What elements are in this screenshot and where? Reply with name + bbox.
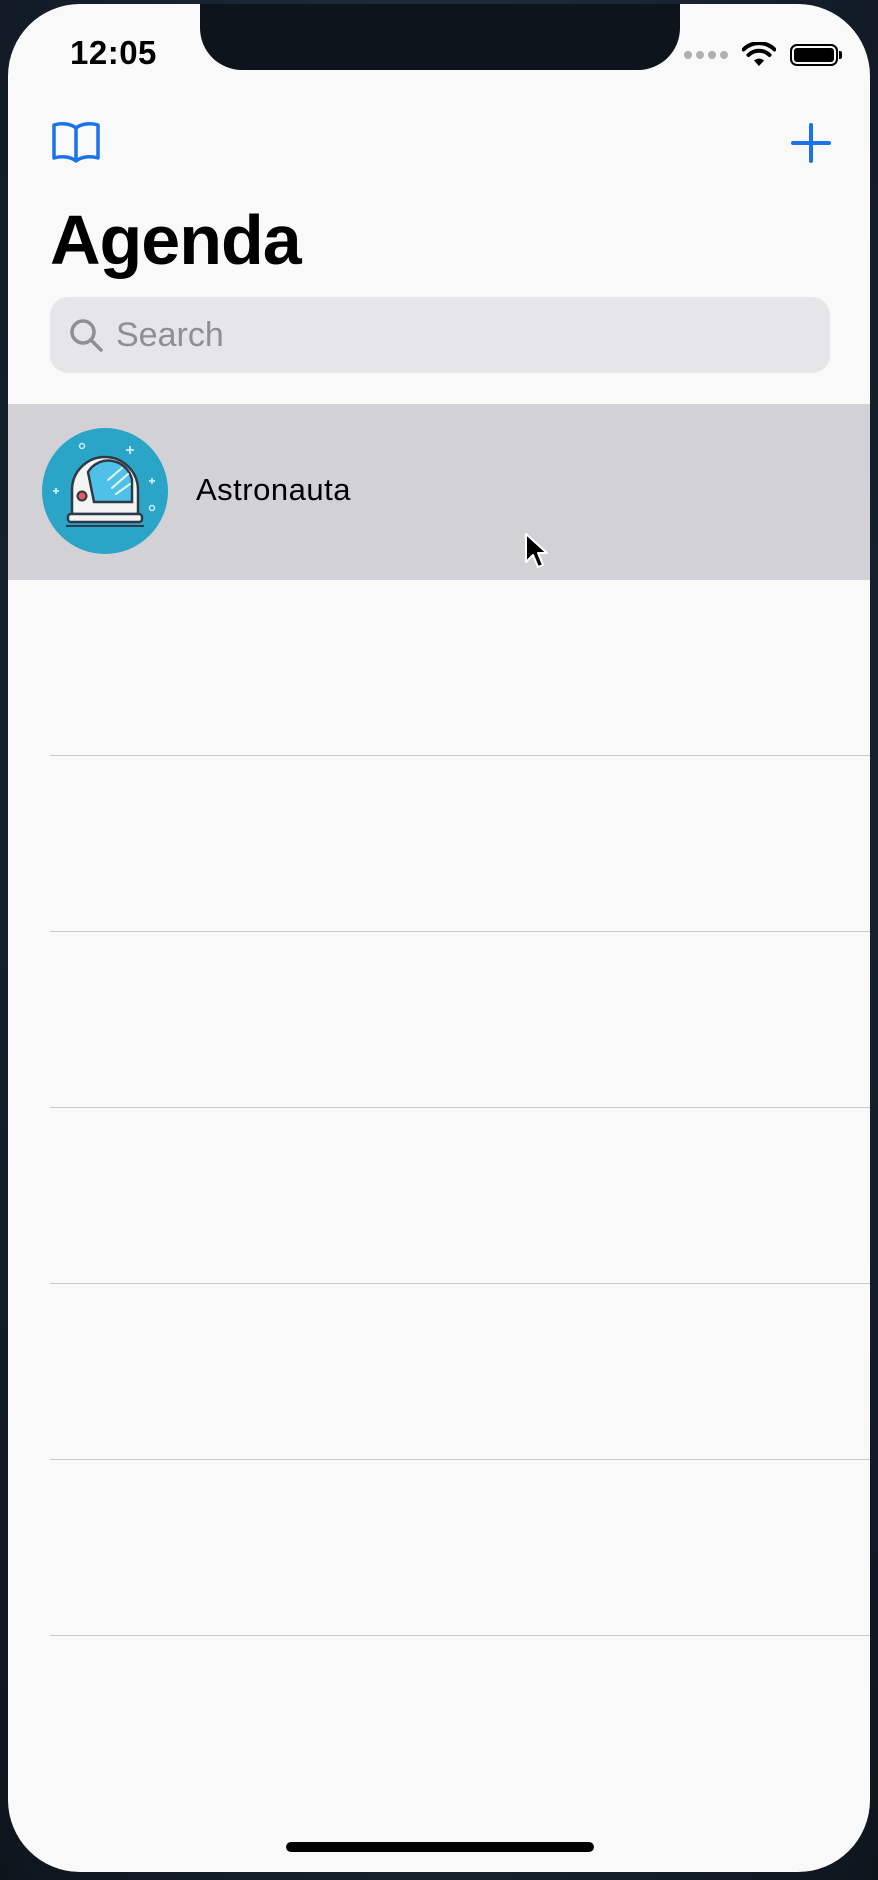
empty-row (8, 1108, 870, 1284)
page-title: Agenda (50, 201, 302, 279)
book-button[interactable] (50, 120, 102, 164)
cellular-signal-icon (684, 51, 728, 59)
empty-row (8, 932, 870, 1108)
add-button[interactable] (790, 122, 832, 164)
plus-icon (791, 123, 831, 163)
device-notch (200, 4, 680, 70)
mouse-pointer-icon (525, 533, 548, 568)
search-icon (70, 319, 103, 352)
astronaut-avatar-icon (42, 428, 168, 554)
row-separator (50, 1635, 870, 1636)
home-indicator[interactable] (286, 1842, 594, 1852)
empty-row (8, 580, 870, 756)
empty-row (8, 1460, 870, 1636)
wifi-icon (742, 42, 776, 66)
battery-icon (790, 44, 842, 66)
search-bar[interactable] (50, 297, 830, 373)
empty-row (8, 756, 870, 932)
status-time: 12:05 (70, 34, 157, 71)
search-input[interactable] (114, 314, 798, 356)
contact-name: Astronauta (196, 472, 351, 507)
app-screen: 12:05 Agenda Search Astronauta (8, 4, 870, 1872)
status-indicators (684, 42, 842, 68)
empty-row (8, 1284, 870, 1460)
contact-row[interactable]: Astronauta (8, 404, 870, 580)
book-icon (52, 122, 100, 163)
contact-list: Astronauta (8, 404, 870, 1636)
